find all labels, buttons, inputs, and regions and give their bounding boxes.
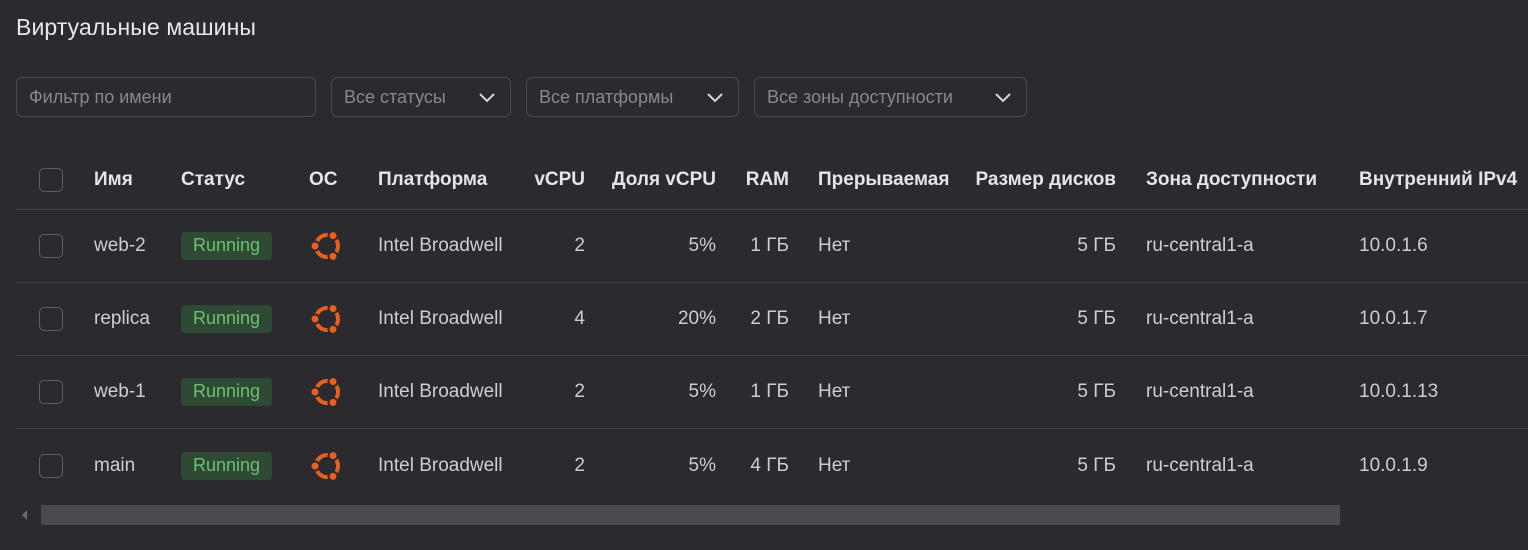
table-row[interactable]: web-1 Running Intel Broadwell 2 5% 1 ГБ …: [16, 356, 1528, 429]
select-all-checkbox[interactable]: [39, 167, 63, 192]
zone-value: ru-central1-a: [1146, 235, 1254, 256]
disk-size-value: 5 ГБ: [1077, 381, 1116, 402]
header-platform[interactable]: Платформа: [378, 150, 528, 209]
vcpu-value: 2: [574, 454, 585, 476]
header-name[interactable]: Имя: [94, 150, 174, 209]
table-row[interactable]: main Running Intel Broadwell 2 5% 4 ГБ Н…: [16, 429, 1528, 502]
chevron-down-icon: [479, 93, 495, 103]
header-status[interactable]: Статус: [181, 150, 291, 209]
vm-name[interactable]: web-2: [94, 210, 174, 282]
row-checkbox[interactable]: [39, 234, 63, 258]
vm-name[interactable]: web-1: [94, 356, 174, 428]
header-disk-size[interactable]: Размер дисков: [966, 150, 1116, 209]
zone-filter-label: Все зоны доступности: [767, 86, 953, 107]
name-filter-placeholder: Фильтр по имени: [29, 86, 172, 107]
row-checkbox[interactable]: [39, 380, 63, 404]
chevron-down-icon: [995, 93, 1011, 103]
vcpu-share-value: 5%: [688, 454, 716, 476]
scroll-left-arrow-icon[interactable]: [22, 510, 27, 520]
vcpu-value: 2: [574, 381, 585, 402]
ram-value: 2 ГБ: [750, 308, 789, 329]
horizontal-scrollbar[interactable]: [16, 505, 1528, 525]
platform-value: Intel Broadwell: [378, 308, 503, 329]
platform-filter-label: Все платформы: [539, 86, 674, 107]
internal-ip-value: 10.0.1.6: [1359, 235, 1428, 256]
scrollbar-thumb[interactable]: [41, 505, 1340, 525]
vcpu-value: 4: [574, 308, 585, 329]
preemptible-value: Нет: [818, 454, 851, 476]
vm-name[interactable]: replica: [94, 283, 174, 355]
vm-name[interactable]: main: [94, 429, 174, 502]
table-header-row: Имя Статус ОС Платформа vCPU Доля vCPU R…: [16, 150, 1528, 210]
status-badge: Running: [181, 451, 273, 480]
page-title: Виртуальные машины: [16, 14, 257, 40]
header-zone[interactable]: Зона доступности: [1146, 150, 1346, 209]
table-row[interactable]: replica Running Intel Broadwell 4 20% 2 …: [16, 283, 1528, 356]
ram-value: 1 ГБ: [750, 235, 789, 256]
status-badge: Running: [181, 305, 273, 333]
status-filter-select[interactable]: Все статусы: [331, 77, 511, 117]
internal-ip-value: 10.0.1.13: [1359, 381, 1439, 402]
row-checkbox[interactable]: [39, 307, 63, 331]
platform-value: Intel Broadwell: [378, 454, 503, 476]
ram-value: 4 ГБ: [750, 454, 789, 476]
ubuntu-icon: [309, 376, 340, 408]
preemptible-value: Нет: [818, 235, 851, 256]
disk-size-value: 5 ГБ: [1077, 454, 1116, 476]
header-os[interactable]: ОС: [309, 150, 359, 209]
status-badge: Running: [181, 232, 273, 260]
header-vcpu[interactable]: vCPU: [532, 150, 585, 209]
header-preemptible[interactable]: Прерываемая: [818, 150, 968, 209]
status-badge: Running: [181, 378, 273, 406]
platform-value: Intel Broadwell: [378, 235, 503, 256]
vcpu-share-value: 5%: [688, 381, 716, 402]
platform-value: Intel Broadwell: [378, 381, 503, 402]
preemptible-value: Нет: [818, 308, 851, 329]
header-ram[interactable]: RAM: [729, 150, 789, 209]
row-checkbox[interactable]: [39, 453, 63, 478]
zone-value: ru-central1-a: [1146, 454, 1254, 476]
chevron-down-icon: [707, 93, 723, 103]
vm-list-page: Виртуальные машины Фильтр по имени Все с…: [0, 0, 1528, 550]
preemptible-value: Нет: [818, 381, 851, 402]
internal-ip-value: 10.0.1.7: [1359, 308, 1428, 329]
status-filter-label: Все статусы: [344, 86, 446, 107]
zone-filter-select[interactable]: Все зоны доступности: [754, 77, 1027, 117]
platform-filter-select[interactable]: Все платформы: [526, 77, 739, 117]
internal-ip-value: 10.0.1.9: [1359, 454, 1428, 476]
header-vcpu-share[interactable]: Доля vCPU: [606, 150, 716, 209]
table-row[interactable]: web-2 Running Intel Broadwell 2 5% 1 ГБ …: [16, 210, 1528, 283]
header-internal-ip[interactable]: Внутренний IPv4: [1359, 150, 1528, 209]
disk-size-value: 5 ГБ: [1077, 308, 1116, 329]
zone-value: ru-central1-a: [1146, 308, 1254, 329]
ubuntu-icon: [309, 303, 340, 335]
zone-value: ru-central1-a: [1146, 381, 1254, 402]
ubuntu-icon: [309, 230, 340, 262]
disk-size-value: 5 ГБ: [1077, 235, 1116, 256]
vcpu-value: 2: [574, 235, 585, 256]
ubuntu-icon: [309, 449, 340, 482]
vcpu-share-value: 20%: [677, 308, 716, 329]
vcpu-share-value: 5%: [688, 235, 716, 256]
name-filter-input[interactable]: Фильтр по имени: [16, 77, 316, 117]
filters-bar: Фильтр по имени Все статусы Все платформ…: [0, 77, 1528, 119]
ram-value: 1 ГБ: [750, 381, 789, 402]
